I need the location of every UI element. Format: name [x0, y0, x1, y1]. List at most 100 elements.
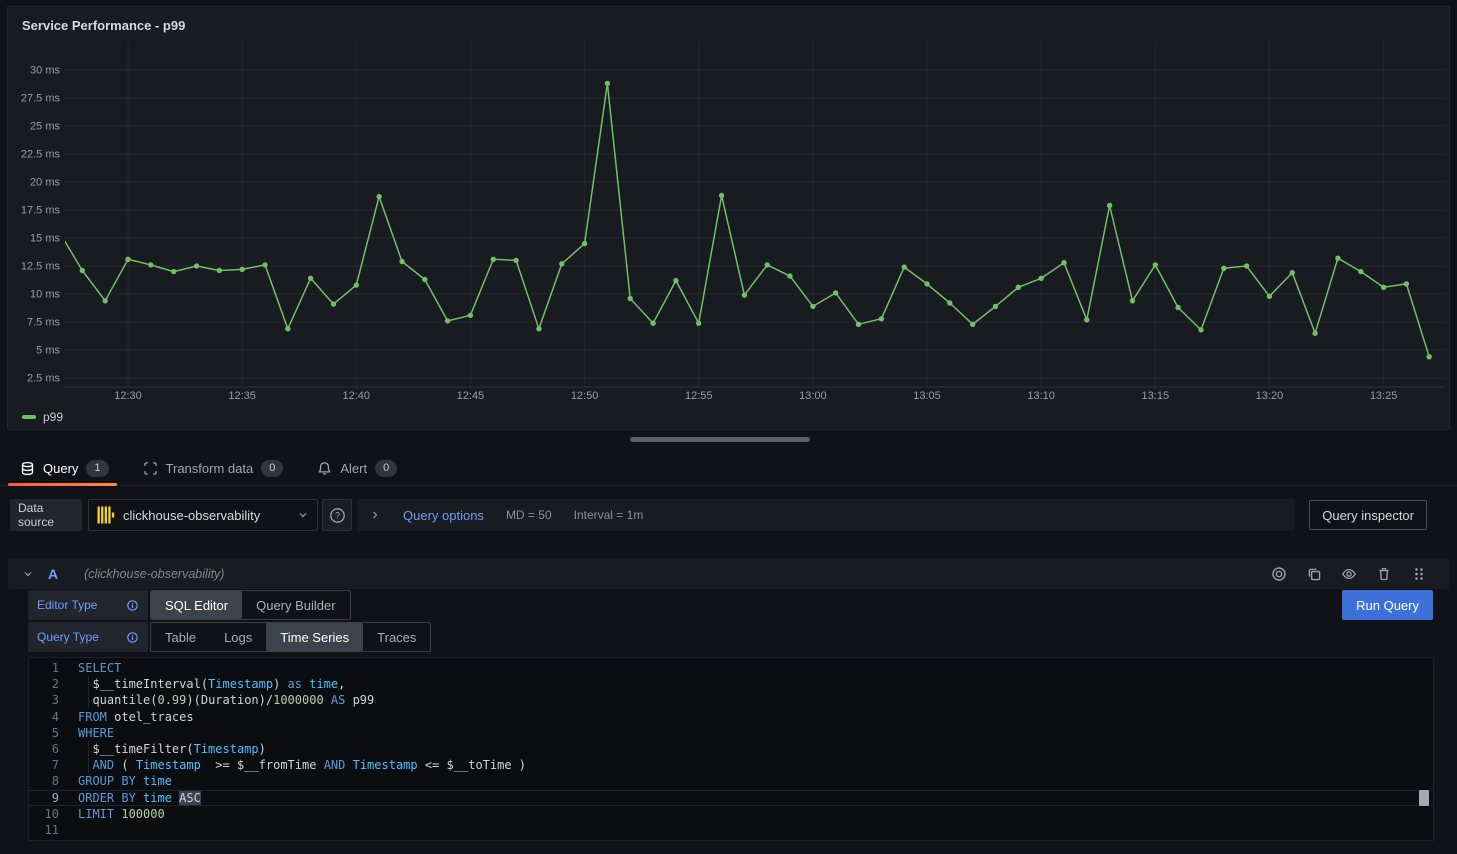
- horizontal-scrollbar-thumb[interactable]: [630, 437, 810, 442]
- tab-alert-label: Alert: [340, 461, 367, 476]
- info-icon[interactable]: [126, 599, 139, 612]
- sql-code: 1SELECT2 $__timeInterval(Timestamp) as t…: [29, 660, 1433, 838]
- code-line[interactable]: 9ORDER BY time ASC: [29, 790, 1433, 806]
- svg-text:25 ms: 25 ms: [30, 121, 60, 133]
- code-line[interactable]: 1SELECT: [29, 660, 1433, 676]
- svg-text:12:50: 12:50: [571, 390, 599, 402]
- code-line[interactable]: 3 quantile(0.99)(Duration)/1000000 AS p9…: [29, 692, 1433, 708]
- datasource-help-button[interactable]: ?: [322, 499, 352, 531]
- editor-type-row: Editor Type SQL Editor Query Builder: [28, 590, 351, 620]
- query-type-group: Table Logs Time Series Traces: [150, 622, 431, 652]
- svg-text:7.5 ms: 7.5 ms: [27, 317, 61, 329]
- code-line[interactable]: 8GROUP BY time: [29, 773, 1433, 789]
- query-type-table[interactable]: Table: [151, 623, 210, 651]
- query-inspector-button[interactable]: Query inspector: [1309, 500, 1427, 530]
- line-number: 7: [29, 757, 59, 773]
- duplicate-query-icon[interactable]: [1306, 566, 1322, 582]
- query-ref-id[interactable]: A: [48, 566, 58, 582]
- sql-editor[interactable]: 1SELECT2 $__timeInterval(Timestamp) as t…: [28, 657, 1434, 841]
- svg-text:30 ms: 30 ms: [30, 65, 60, 77]
- svg-text:2.5 ms: 2.5 ms: [27, 373, 61, 385]
- question-circle-icon: ?: [329, 507, 346, 524]
- editor-type-label: Editor Type: [28, 590, 148, 620]
- svg-text:10 ms: 10 ms: [30, 289, 60, 301]
- line-number: 3: [29, 692, 59, 708]
- query-card-actions: [1271, 566, 1427, 582]
- editor-type-sql-editor[interactable]: SQL Editor: [151, 591, 242, 619]
- datasource-row: Data source clickhouse-observability ?: [0, 499, 1457, 531]
- legend-series-chip: [22, 415, 36, 419]
- svg-text:27.5 ms: 27.5 ms: [21, 93, 61, 105]
- legend-series-label[interactable]: p99: [43, 410, 63, 424]
- svg-text:22.5 ms: 22.5 ms: [21, 149, 61, 161]
- svg-text:13:20: 13:20: [1256, 390, 1284, 402]
- query-type-traces[interactable]: Traces: [363, 623, 430, 651]
- svg-text:12:35: 12:35: [228, 390, 256, 402]
- delete-query-icon[interactable]: [1376, 566, 1392, 582]
- svg-text:13:05: 13:05: [913, 390, 941, 402]
- query-type-time-series[interactable]: Time Series: [266, 623, 363, 651]
- chevron-right-icon: [369, 509, 381, 521]
- svg-text:13:15: 13:15: [1142, 390, 1170, 402]
- chart-legend[interactable]: p99: [22, 410, 63, 424]
- editor-type-group: SQL Editor Query Builder: [150, 590, 351, 620]
- timeseries-chart[interactable]: 12:3012:3512:4012:4512:5012:5513:0013:05…: [8, 41, 1449, 413]
- svg-text:12:40: 12:40: [343, 390, 371, 402]
- svg-text:20 ms: 20 ms: [30, 177, 60, 189]
- editor-tabs: Query 1 Transform data 0 Alert 0: [0, 452, 1457, 486]
- query-options-interval: Interval = 1m: [574, 508, 644, 522]
- line-number: 5: [29, 725, 59, 741]
- drag-handle-icon[interactable]: [1411, 566, 1427, 582]
- tab-query-label: Query: [43, 461, 78, 476]
- hide-response-eye-icon[interactable]: [1341, 566, 1357, 582]
- svg-text:12:55: 12:55: [685, 390, 713, 402]
- tab-query[interactable]: Query 1: [20, 452, 109, 486]
- disable-query-icon[interactable]: [1271, 566, 1287, 582]
- line-number: 2: [29, 676, 59, 692]
- code-line[interactable]: 4FROM otel_traces: [29, 709, 1433, 725]
- code-line[interactable]: 7 AND ( Timestamp >= $__fromTime AND Tim…: [29, 757, 1433, 773]
- svg-text:13:10: 13:10: [1027, 390, 1055, 402]
- line-number: 9: [29, 790, 59, 806]
- tab-transform-count-badge: 0: [261, 460, 283, 477]
- editor-type-query-builder[interactable]: Query Builder: [242, 591, 349, 619]
- line-number: 4: [29, 709, 59, 725]
- query-type-row: Query Type Table Logs Time Series Traces: [28, 622, 431, 652]
- line-number: 6: [29, 741, 59, 757]
- tab-transform-data[interactable]: Transform data 0: [143, 452, 284, 486]
- code-line[interactable]: 10LIMIT 100000: [29, 806, 1433, 822]
- svg-text:5 ms: 5 ms: [36, 345, 60, 357]
- datasource-value: clickhouse-observability: [123, 508, 289, 523]
- code-line[interactable]: 5WHERE: [29, 725, 1433, 741]
- collapse-query-icon[interactable]: [22, 568, 34, 580]
- bell-icon: [317, 461, 332, 476]
- datasource-label: Data source: [10, 499, 82, 531]
- timeseries-panel: Service Performance - p99 12:3012:3512:4…: [7, 6, 1450, 430]
- query-options-link[interactable]: Query options: [403, 508, 484, 523]
- panel-title: Service Performance - p99: [22, 18, 185, 33]
- chevron-down-icon: [297, 509, 309, 521]
- code-line[interactable]: 6 $__timeFilter(Timestamp): [29, 741, 1433, 757]
- svg-text:17.5 ms: 17.5 ms: [21, 205, 61, 217]
- svg-text:?: ?: [334, 510, 339, 520]
- query-type-label: Query Type: [28, 622, 148, 652]
- code-line[interactable]: 11: [29, 822, 1433, 838]
- datasource-picker[interactable]: clickhouse-observability: [88, 499, 318, 531]
- tab-transform-label: Transform data: [166, 461, 254, 476]
- info-icon[interactable]: [126, 631, 139, 644]
- svg-text:12.5 ms: 12.5 ms: [21, 261, 61, 273]
- svg-text:12:45: 12:45: [457, 390, 485, 402]
- tab-alert-count-badge: 0: [375, 460, 397, 477]
- line-number: 10: [29, 806, 59, 822]
- query-type-logs[interactable]: Logs: [210, 623, 266, 651]
- svg-text:15 ms: 15 ms: [30, 233, 60, 245]
- svg-text:13:25: 13:25: [1370, 390, 1398, 402]
- run-query-button[interactable]: Run Query: [1342, 590, 1433, 620]
- code-line[interactable]: 2 $__timeInterval(Timestamp) as time,: [29, 676, 1433, 692]
- tab-alert[interactable]: Alert 0: [317, 452, 397, 486]
- query-options-bar[interactable]: Query options MD = 50 Interval = 1m: [357, 499, 1295, 531]
- line-number: 8: [29, 773, 59, 789]
- query-datasource-subtitle: (clickhouse-observability): [84, 567, 224, 581]
- tab-query-count-badge: 1: [86, 460, 108, 477]
- database-icon: [20, 461, 35, 476]
